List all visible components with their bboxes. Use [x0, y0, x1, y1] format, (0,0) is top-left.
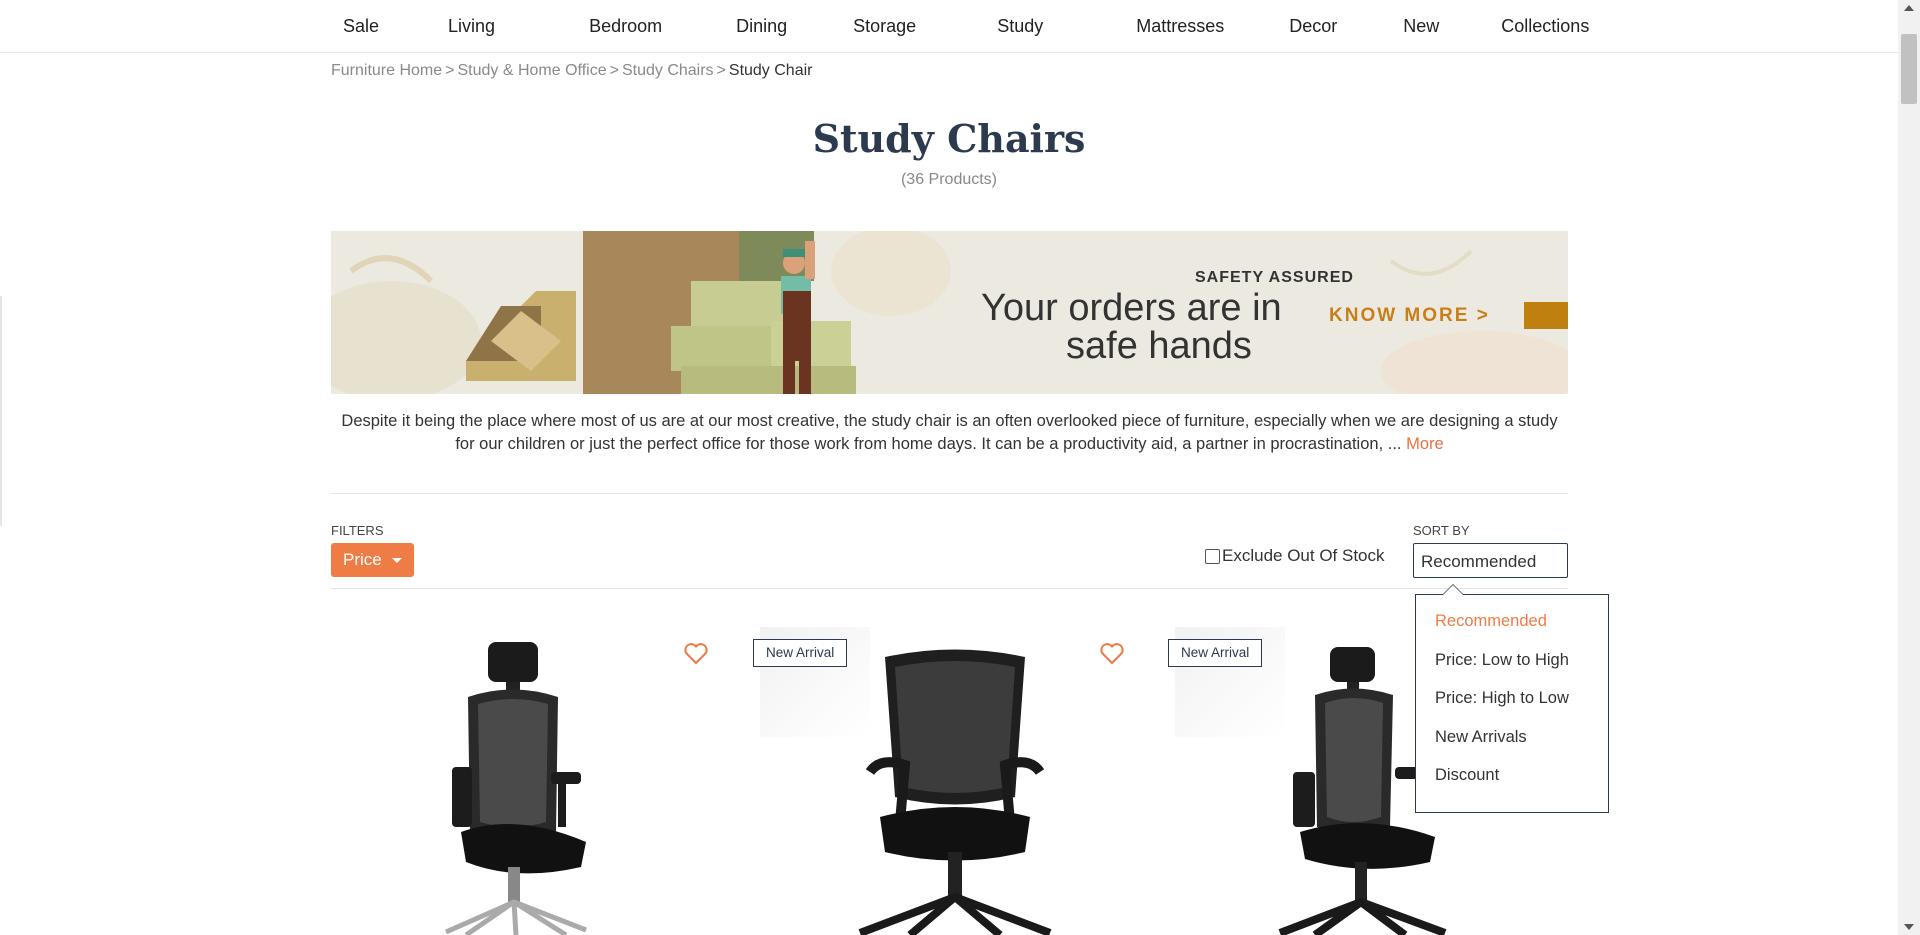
description-more-link[interactable]: More [1406, 435, 1444, 453]
heart-icon[interactable] [1099, 642, 1125, 666]
nav-item-decor[interactable]: Decor [1224, 16, 1337, 37]
nav-item-study[interactable]: Study [916, 16, 1043, 37]
divider [331, 588, 1568, 589]
dropdown-arrow-fill [1443, 585, 1463, 595]
page-title: Study Chairs [812, 116, 1086, 161]
product-card[interactable]: New Arrival [745, 627, 1130, 935]
description-text: Despite it being the place where most of… [341, 412, 1558, 453]
nav-item-mattresses[interactable]: Mattresses [1043, 16, 1224, 37]
sort-by-label: SORT BY [1413, 523, 1470, 538]
category-description: Despite it being the place where most of… [331, 410, 1568, 456]
price-filter-button[interactable]: Price [331, 543, 414, 577]
nav-item-storage[interactable]: Storage [787, 16, 916, 37]
nav-item-new[interactable]: New [1337, 16, 1439, 37]
exclude-out-of-stock-checkbox[interactable] [1205, 548, 1220, 564]
breadcrumb-link-study-home-office[interactable]: Study & Home Office [458, 62, 607, 79]
heart-icon[interactable] [683, 642, 709, 666]
banner-tag: SAFETY ASSURED [1195, 269, 1354, 286]
left-edge-divider [0, 296, 2, 526]
sort-option-new-arrivals[interactable]: New Arrivals [1416, 726, 1608, 765]
scroll-up-icon[interactable] [1904, 5, 1914, 11]
scroll-thumb[interactable] [1901, 34, 1917, 104]
caret-down-icon [392, 558, 402, 563]
breadcrumb-link-furniture-home[interactable]: Furniture Home [331, 62, 442, 79]
nav-item-sale[interactable]: Sale [331, 16, 379, 37]
nav-item-dining[interactable]: Dining [662, 16, 787, 37]
breadcrumb-link-study-chairs[interactable]: Study Chairs [622, 62, 714, 79]
product-image[interactable] [850, 647, 1060, 935]
safety-banner[interactable]: SAFETY ASSURED Your orders are in safe h… [331, 231, 1568, 394]
nav-item-living[interactable]: Living [379, 16, 495, 37]
sort-option-discount[interactable]: Discount [1416, 764, 1608, 803]
product-image[interactable] [416, 642, 616, 935]
page: Sale Living Bedroom Dining Storage Study Mattr… [0, 0, 1920, 935]
scroll-down-icon[interactable] [1904, 924, 1914, 930]
page-scrollbar[interactable] [1898, 0, 1920, 935]
banner-headline: Your orders are in safe hands [981, 289, 1568, 365]
exclude-out-of-stock[interactable]: Exclude Out Of Stock [1205, 546, 1385, 566]
top-nav: Sale Living Bedroom Dining Storage Study Mattr… [0, 0, 1898, 53]
exclude-out-of-stock-label: Exclude Out Of Stock [1222, 546, 1385, 565]
product-count: (36 Products) [900, 171, 998, 188]
nav-item-collections[interactable]: Collections [1439, 16, 1589, 37]
nav-item-bedroom[interactable]: Bedroom [495, 16, 662, 37]
breadcrumb-separator: > [609, 62, 619, 79]
breadcrumb: Furniture Home > Study & Home Office > Study… [331, 62, 812, 80]
banner-headline-line2: safe hands [1066, 325, 1252, 367]
price-filter-label: Price [343, 550, 382, 569]
new-arrival-badge: New Arrival [1168, 639, 1263, 667]
sort-option-price-low-high[interactable]: Price: Low to High [1416, 649, 1608, 688]
banner-accent-bar [1524, 302, 1568, 329]
divider [331, 493, 1568, 494]
sort-option-price-high-low[interactable]: Price: High to Low [1416, 687, 1608, 726]
know-more-link[interactable]: KNOW MORE > [1329, 305, 1490, 327]
nav-list: Sale Living Bedroom Dining Storage Study Mattr… [331, 0, 1589, 52]
product-card[interactable] [331, 627, 716, 935]
breadcrumb-separator: > [716, 62, 726, 79]
breadcrumb-current: Study Chair [728, 62, 813, 79]
new-arrival-badge: New Arrival [753, 639, 848, 667]
sort-by-select[interactable]: Recommended [1413, 543, 1568, 578]
sort-option-recommended[interactable]: Recommended [1416, 610, 1608, 649]
sort-dropdown-menu: Recommended Price: Low to High Price: Hi… [1415, 584, 1609, 813]
filters-label: FILTERS [331, 523, 384, 538]
breadcrumb-separator: > [445, 62, 455, 79]
